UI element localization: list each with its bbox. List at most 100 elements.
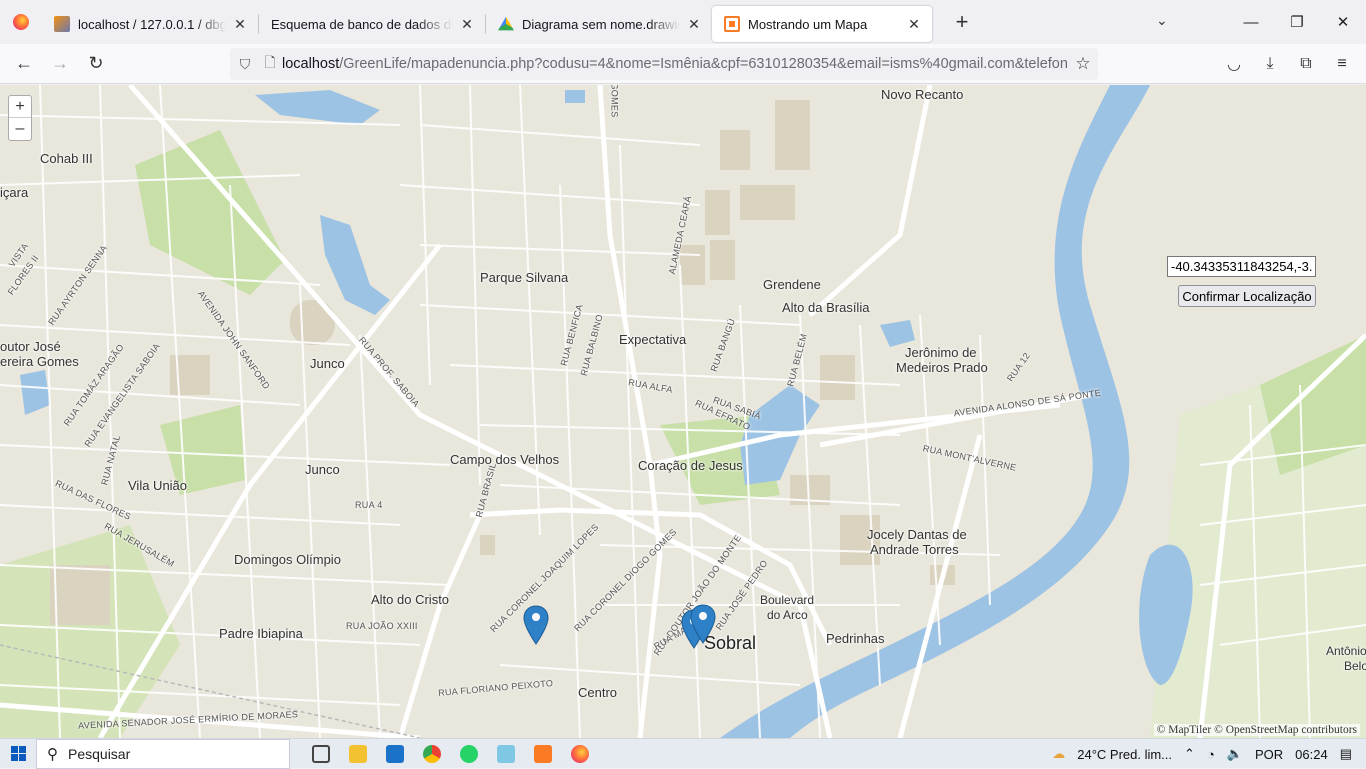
address-bar[interactable]: ⛉ 🗋 localhost/GreenLife/mapadenuncia.php… bbox=[230, 48, 1098, 80]
place-label: Belo bbox=[1344, 659, 1366, 673]
bookmark-star-icon[interactable]: ☆ bbox=[1068, 54, 1098, 74]
mail-icon[interactable] bbox=[376, 739, 413, 769]
clock[interactable]: 06:24 bbox=[1295, 747, 1328, 762]
confirm-location-button[interactable]: Confirmar Localização bbox=[1178, 285, 1316, 307]
map-marker-icon[interactable] bbox=[523, 605, 549, 645]
place-label: Junco bbox=[305, 462, 340, 477]
forward-icon[interactable]: → bbox=[42, 48, 78, 80]
downloads-icon[interactable]: ⤓ bbox=[1252, 48, 1288, 80]
notepad-icon[interactable] bbox=[487, 739, 524, 769]
map-marker-icon[interactable] bbox=[690, 604, 716, 644]
map-attribution: © MapTiler © OpenStreetMap contributors bbox=[1153, 724, 1360, 736]
lake-shape bbox=[565, 90, 585, 103]
place-label: Junco bbox=[310, 356, 345, 371]
url-path: /GreenLife/mapadenuncia.php?codusu=4&nom… bbox=[339, 56, 1068, 72]
chevron-up-icon[interactable]: ⌃ bbox=[1184, 746, 1195, 762]
street-label: GOMES bbox=[609, 85, 620, 118]
shield-icon[interactable]: ⛉ bbox=[230, 56, 260, 73]
place-label: Novo Recanto bbox=[881, 87, 964, 102]
chrome-icon[interactable] bbox=[413, 739, 450, 769]
map-view[interactable]: + – Novo Recanto Cohab III Parque Silvan… bbox=[0, 85, 1366, 738]
firefox-icon[interactable] bbox=[561, 739, 598, 769]
place-label: Antônio bbox=[1326, 644, 1366, 658]
street-label: RUA 4 bbox=[355, 500, 383, 510]
place-label: outor José bbox=[0, 339, 61, 354]
window-controls: — ❐ ✕ bbox=[1228, 0, 1366, 44]
place-label: Coração de Jesus bbox=[638, 458, 743, 473]
zoom-in-button[interactable]: + bbox=[9, 96, 31, 118]
place-label: ereira Gomes bbox=[0, 354, 79, 369]
close-window-icon[interactable]: ✕ bbox=[1320, 0, 1366, 44]
xampp-icon[interactable] bbox=[524, 739, 561, 769]
place-label: Domingos Olímpio bbox=[234, 552, 341, 567]
phpmyadmin-icon bbox=[54, 16, 70, 32]
google-drive-icon bbox=[498, 16, 514, 31]
page-icon[interactable]: 🗋 bbox=[260, 52, 280, 76]
place-label: Alto do Cristo bbox=[371, 592, 450, 607]
close-icon[interactable]: ✕ bbox=[232, 16, 248, 33]
place-label: Centro bbox=[578, 685, 618, 700]
whatsapp-icon[interactable] bbox=[450, 739, 487, 769]
tab-label: Diagrama sem nome.drawio - Google Drive bbox=[522, 16, 680, 32]
minimize-icon[interactable]: — bbox=[1228, 0, 1274, 44]
place-label: Medeiros Prado bbox=[896, 360, 988, 375]
tab-mapa[interactable]: Mostrando um Mapa ✕ bbox=[712, 6, 932, 42]
place-label: Jerônimo de bbox=[905, 345, 977, 360]
search-icon: ⚲ bbox=[47, 745, 58, 763]
tab-label: Esquema de banco de dados dbgreenlife bbox=[271, 16, 453, 32]
place-label: Andrade Torres bbox=[870, 542, 959, 557]
list-all-tabs-icon[interactable]: ⌄ bbox=[1156, 12, 1168, 29]
weather-text[interactable]: 24°C Pred. lim... bbox=[1077, 747, 1172, 762]
place-label: Pedrinhas bbox=[826, 631, 885, 646]
navigation-bar: ← → ↻ ⛉ 🗋 localhost/GreenLife/mapadenunc… bbox=[0, 44, 1366, 84]
reload-icon[interactable]: ↻ bbox=[78, 48, 114, 80]
taskbar-search[interactable]: ⚲ Pesquisar bbox=[36, 738, 290, 769]
street-label: RUA JOÃO XXIII bbox=[346, 621, 418, 631]
xampp-icon bbox=[724, 16, 740, 32]
zoom-out-button[interactable]: – bbox=[9, 118, 31, 140]
restore-icon[interactable]: ❐ bbox=[1274, 0, 1320, 44]
taskbar-apps bbox=[302, 739, 598, 769]
place-label: Boulevard bbox=[760, 593, 815, 607]
back-icon[interactable]: ← bbox=[6, 48, 42, 80]
place-label: do Arco bbox=[767, 608, 808, 622]
place-label: Vila União bbox=[128, 478, 188, 493]
volume-icon[interactable]: 🔈 bbox=[1227, 746, 1243, 762]
zoom-control: + – bbox=[8, 95, 32, 141]
place-label: Expectativa bbox=[619, 332, 687, 347]
firefox-view-icon[interactable] bbox=[0, 0, 42, 44]
place-label: Grendene bbox=[763, 277, 821, 292]
tab-phpmyadmin[interactable]: localhost / 127.0.0.1 / dbgreenlife ✕ bbox=[42, 6, 258, 42]
tab-esquema[interactable]: Esquema de banco de dados dbgreenlife ✕ bbox=[259, 6, 485, 42]
place-label: Jocely Dantas de bbox=[867, 527, 967, 542]
close-icon[interactable]: ✕ bbox=[686, 16, 702, 33]
tab-drawio[interactable]: Diagrama sem nome.drawio - Google Drive … bbox=[486, 6, 712, 42]
pocket-icon[interactable]: ◡ bbox=[1216, 48, 1252, 80]
file-explorer-icon[interactable] bbox=[339, 739, 376, 769]
system-tray: ☁ 24°C Pred. lim... ⌃ ◔ 🔈 POR 06:24 ▤ bbox=[1046, 739, 1366, 769]
language-indicator[interactable]: POR bbox=[1255, 747, 1283, 762]
tab-label: localhost / 127.0.0.1 / dbgreenlife bbox=[78, 16, 226, 32]
place-label: Campo dos Velhos bbox=[450, 452, 560, 467]
weather-icon[interactable]: ☁ bbox=[1052, 746, 1065, 762]
coordinates-input[interactable] bbox=[1167, 256, 1316, 277]
place-label: Parque Silvana bbox=[480, 270, 569, 285]
new-tab-button[interactable]: + bbox=[946, 6, 978, 38]
place-label: Cohab III bbox=[40, 151, 93, 166]
tab-bar: localhost / 127.0.0.1 / dbgreenlife ✕ Es… bbox=[0, 0, 1366, 44]
url-host: localhost bbox=[282, 56, 340, 72]
notifications-icon[interactable]: ▤ bbox=[1340, 746, 1352, 762]
place-label: Padre Ibiapina bbox=[219, 626, 303, 641]
close-icon[interactable]: ✕ bbox=[459, 16, 475, 33]
task-view-icon[interactable] bbox=[302, 739, 339, 769]
place-label: Alto da Brasília bbox=[782, 300, 870, 315]
close-icon[interactable]: ✕ bbox=[906, 16, 922, 33]
extensions-icon[interactable]: ⧉ bbox=[1288, 48, 1324, 80]
toolbar-right: ◡ ⤓ ⧉ ≡ bbox=[1216, 48, 1360, 80]
windows-taskbar: ⚲ Pesquisar ☁ 24°C Pred. lim... ⌃ ◔ 🔈 PO… bbox=[0, 738, 1366, 769]
tab-label: Mostrando um Mapa bbox=[748, 16, 868, 32]
menu-icon[interactable]: ≡ bbox=[1324, 48, 1360, 80]
network-icon[interactable]: ◔ bbox=[1207, 747, 1215, 762]
url-text[interactable]: localhost/GreenLife/mapadenuncia.php?cod… bbox=[282, 56, 1068, 72]
windows-start-icon[interactable] bbox=[0, 739, 36, 769]
